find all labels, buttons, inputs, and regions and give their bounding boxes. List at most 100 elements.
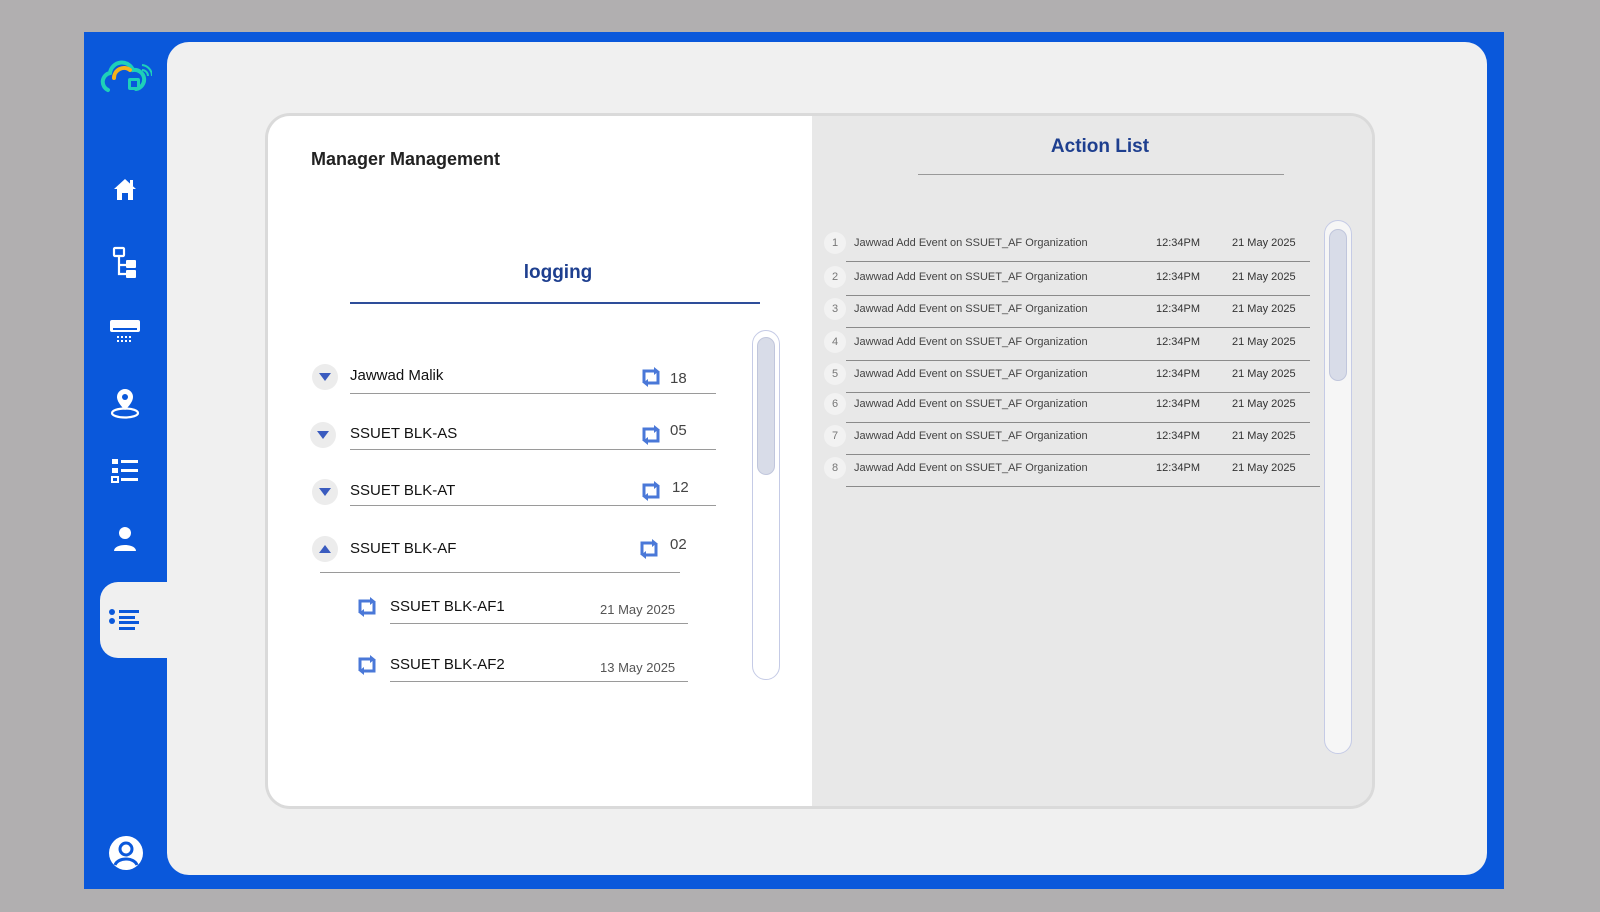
- action-number: 6: [824, 393, 846, 415]
- action-text: Jawwad Add Event on SSUET_AF Organizatio…: [854, 303, 1088, 315]
- action-scrollbar[interactable]: [1324, 220, 1352, 754]
- action-row[interactable]: 5 Jawwad Add Event on SSUET_AF Organizat…: [824, 363, 1310, 393]
- action-time: 12:34PM: [1156, 398, 1201, 410]
- action-date: 21 May 2025: [1232, 398, 1296, 410]
- action-text: Jawwad Add Event on SSUET_AF Organizatio…: [854, 430, 1088, 442]
- action-scroll-thumb[interactable]: [1329, 229, 1347, 381]
- swap-arrows-icon: [358, 655, 376, 675]
- action-text: Jawwad Add Event on SSUET_AF Organizatio…: [854, 462, 1088, 474]
- action-time: 12:34PM: [1156, 303, 1201, 315]
- row-divider: [390, 681, 688, 682]
- sub-item-date: 13 May 2025: [600, 660, 676, 675]
- action-time: 12:34PM: [1156, 237, 1201, 249]
- swap-arrows-icon: [642, 367, 660, 387]
- profile-circle-icon: [109, 836, 143, 870]
- manager-row[interactable]: SSUET BLK-AT 12: [268, 476, 728, 516]
- row-divider: [846, 360, 1310, 361]
- nav-list-active[interactable]: [100, 582, 172, 658]
- collapse-toggle[interactable]: [312, 536, 338, 562]
- sub-item-name: SSUET BLK-AF1: [390, 598, 505, 615]
- triangle-down-icon: [319, 488, 331, 496]
- row-divider: [846, 486, 1320, 487]
- manager-panel: Manager Management logging Jawwad Malik …: [268, 116, 812, 806]
- action-row[interactable]: 8 Jawwad Add Event on SSUET_AF Organizat…: [824, 457, 1320, 487]
- logging-underline: [350, 302, 760, 304]
- nav-home[interactable]: [100, 164, 150, 214]
- action-list-panel: Action List 1 Jawwad Add Event on SSUET_…: [812, 116, 1372, 806]
- action-row[interactable]: 4 Jawwad Add Event on SSUET_AF Organizat…: [824, 331, 1310, 361]
- manager-row-expanded[interactable]: SSUET BLK-AF 02: [268, 534, 728, 574]
- sidebar: [84, 32, 172, 889]
- expand-toggle[interactable]: [310, 422, 336, 448]
- manager-count: 18: [670, 370, 687, 387]
- row-divider: [390, 623, 688, 624]
- nav-user[interactable]: [100, 514, 150, 564]
- nav-checklist[interactable]: [100, 446, 150, 496]
- row-divider: [846, 295, 1310, 296]
- action-date: 21 May 2025: [1232, 430, 1296, 442]
- action-date: 21 May 2025: [1232, 271, 1296, 283]
- row-divider: [846, 327, 1310, 328]
- action-time: 12:34PM: [1156, 271, 1201, 283]
- action-time: 12:34PM: [1156, 368, 1201, 380]
- sub-item-row[interactable]: SSUET BLK-AF2 13 May 2025: [268, 650, 728, 690]
- manager-count: 12: [672, 479, 689, 496]
- manager-count: 02: [670, 536, 687, 553]
- action-row[interactable]: 1 Jawwad Add Event on SSUET_AF Organizat…: [824, 232, 1310, 262]
- row-divider: [350, 505, 716, 506]
- manager-name: SSUET BLK-AS: [350, 425, 458, 442]
- action-list-underline: [918, 174, 1284, 175]
- nav-location[interactable]: [100, 378, 150, 428]
- manager-name: Jawwad Malik: [350, 367, 444, 384]
- user-icon: [114, 527, 136, 551]
- action-row[interactable]: 6 Jawwad Add Event on SSUET_AF Organizat…: [824, 393, 1310, 423]
- action-row[interactable]: 7 Jawwad Add Event on SSUET_AF Organizat…: [824, 425, 1310, 455]
- manager-row[interactable]: SSUET BLK-AS 05: [268, 418, 728, 458]
- action-number: 8: [824, 457, 846, 479]
- triangle-down-icon: [317, 431, 329, 439]
- nav-hierarchy[interactable]: [100, 238, 150, 288]
- action-number: 3: [824, 298, 846, 320]
- manager-scrollbar[interactable]: [752, 330, 780, 680]
- action-text: Jawwad Add Event on SSUET_AF Organizatio…: [854, 368, 1088, 380]
- action-text: Jawwad Add Event on SSUET_AF Organizatio…: [854, 398, 1088, 410]
- action-number: 2: [824, 266, 846, 288]
- action-text: Jawwad Add Event on SSUET_AF Organizatio…: [854, 336, 1088, 348]
- main-content: Manager Management logging Jawwad Malik …: [167, 42, 1487, 875]
- nav-air-conditioner[interactable]: [100, 306, 150, 356]
- swap-arrows-icon: [358, 597, 376, 617]
- action-number: 4: [824, 331, 846, 353]
- triangle-up-icon: [319, 545, 331, 553]
- action-row[interactable]: 2 Jawwad Add Event on SSUET_AF Organizat…: [824, 266, 1310, 296]
- action-time: 12:34PM: [1156, 462, 1201, 474]
- triangle-down-icon: [319, 373, 331, 381]
- manager-name: SSUET BLK-AT: [350, 482, 456, 499]
- sub-item-name: SSUET BLK-AF2: [390, 656, 505, 673]
- row-divider: [846, 454, 1310, 455]
- row-divider: [846, 422, 1310, 423]
- profile-button[interactable]: [108, 835, 144, 871]
- sub-item-date: 21 May 2025: [600, 602, 676, 617]
- hierarchy-icon: [112, 246, 136, 278]
- list-icon: [109, 609, 139, 630]
- air-conditioner-icon: [110, 320, 140, 342]
- expand-toggle[interactable]: [312, 479, 338, 505]
- cloud-logo-icon: [100, 56, 154, 98]
- manager-count: 05: [670, 422, 687, 439]
- action-number: 1: [824, 232, 846, 254]
- action-text: Jawwad Add Event on SSUET_AF Organizatio…: [854, 271, 1088, 283]
- sub-item-row[interactable]: SSUET BLK-AF1 21 May 2025: [268, 592, 728, 632]
- row-divider: [350, 449, 716, 450]
- row-divider: [320, 572, 680, 573]
- action-number: 5: [824, 363, 846, 385]
- manager-row[interactable]: Jawwad Malik 18: [268, 362, 728, 402]
- action-date: 21 May 2025: [1232, 368, 1296, 380]
- row-divider: [846, 261, 1310, 262]
- expand-toggle[interactable]: [312, 364, 338, 390]
- logging-heading: logging: [523, 262, 593, 283]
- swap-arrows-icon: [642, 481, 660, 501]
- action-time: 12:34PM: [1156, 430, 1201, 442]
- manager-scroll-thumb[interactable]: [757, 337, 775, 475]
- action-row[interactable]: 3 Jawwad Add Event on SSUET_AF Organizat…: [824, 298, 1310, 328]
- action-text: Jawwad Add Event on SSUET_AF Organizatio…: [854, 237, 1088, 249]
